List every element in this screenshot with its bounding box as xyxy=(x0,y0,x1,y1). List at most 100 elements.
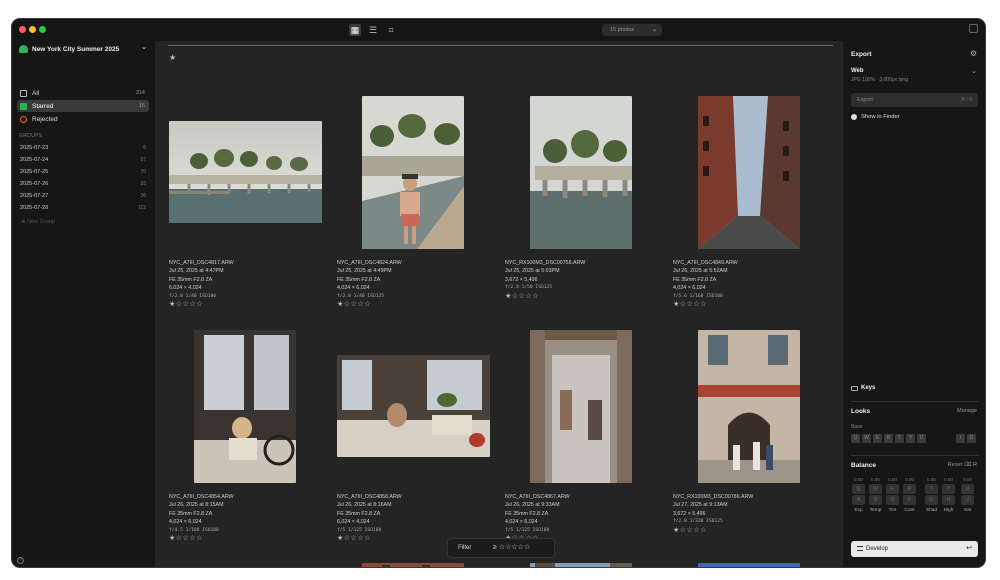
exposure-info: f/2.8 1/50 ISO125 xyxy=(505,285,553,291)
photo-card[interactable]: NYC_A7III_DSC4824.ARW Jul 25, 2025 at 4:… xyxy=(337,96,497,308)
sidebar-item-label: All xyxy=(32,89,40,97)
help-icon[interactable]: ? xyxy=(17,557,24,564)
photo-thumbnail[interactable] xyxy=(698,563,800,568)
photo-thumbnail[interactable] xyxy=(362,563,464,568)
balance-label: Tint xyxy=(888,508,897,513)
balance-increase-button[interactable]: Q xyxy=(852,484,865,494)
balance-exposure[interactable]: 0.00 Q A Exp xyxy=(851,477,866,515)
star-rating[interactable]: ★☆☆☆☆ xyxy=(673,301,833,309)
manage-looks-button[interactable]: Manage xyxy=(957,408,977,414)
look-preset-button[interactable]: Y xyxy=(906,434,915,443)
photo-thumbnail[interactable] xyxy=(530,330,632,483)
new-group-button[interactable]: ⊕ New Group xyxy=(21,219,55,225)
photo-card[interactable]: NYC_A7III_DSC4858.ARW Jul 26, 2025 at 8:… xyxy=(337,330,497,542)
export-preset[interactable]: Web xyxy=(851,68,864,74)
look-preset-button[interactable]: Q xyxy=(851,434,860,443)
look-preset-button[interactable]: I xyxy=(956,434,965,443)
star-rating[interactable]: ★☆☆☆☆ xyxy=(169,301,329,309)
balance-decrease-button[interactable]: A xyxy=(852,495,865,505)
crop-view-icon[interactable]: ⌗ xyxy=(385,24,397,36)
balance-increase-button[interactable]: R xyxy=(903,484,916,494)
balance-temp[interactable]: 0.00 W S Temp xyxy=(868,477,883,515)
balance-tint[interactable]: 0.00 E D Tint xyxy=(885,477,900,515)
balance-increase-button[interactable]: W xyxy=(869,484,882,494)
filter-stars[interactable]: ≥ ☆☆☆☆☆ xyxy=(493,539,530,557)
photo-thumbnail[interactable] xyxy=(169,121,322,223)
grid-view-icon[interactable]: ▦ xyxy=(349,24,361,36)
photo-thumbnail[interactable] xyxy=(530,96,632,249)
balance-decrease-button[interactable]: D xyxy=(886,495,899,505)
balance-decrease-button[interactable]: G xyxy=(925,495,938,505)
group-count: 36 xyxy=(140,193,146,199)
list-view-icon[interactable]: ☰ xyxy=(367,24,379,36)
balance-decrease-button[interactable]: H xyxy=(942,495,955,505)
balance-decrease-button[interactable]: F xyxy=(903,495,916,505)
close-window-button[interactable] xyxy=(19,26,26,33)
reset-balance-button[interactable]: Reset ⌫ R xyxy=(948,462,977,468)
gear-icon[interactable]: ⚙ xyxy=(970,49,977,58)
keys-button[interactable]: Keys xyxy=(851,385,875,391)
group-item[interactable]: 2025-07-28 112 xyxy=(20,203,146,213)
thumbnail-area xyxy=(673,96,833,256)
group-item[interactable]: 2025-07-24 57 xyxy=(20,155,146,165)
minimize-window-button[interactable] xyxy=(29,26,36,33)
photo-card[interactable]: NYC_A7III_DSC4817.ARW Jul 25, 2025 at 4:… xyxy=(169,96,329,308)
balance-saturation[interactable]: 0.00 U J Sat xyxy=(960,477,975,515)
photo-card[interactable]: NYC_RX100M3_DSC00786.ARW Jul 27, 2025 at… xyxy=(673,330,833,534)
library-selector[interactable]: New York City Summer 2025 ⌄ xyxy=(19,43,149,55)
balance-increase-button[interactable]: U xyxy=(961,484,974,494)
photo-card[interactable]: NYC_A7III_DSC4867.ARW Jul 26, 2025 at 9:… xyxy=(505,330,665,542)
balance-increase-button[interactable]: T xyxy=(925,484,938,494)
star-rating[interactable]: ★☆☆☆☆ xyxy=(337,301,497,309)
look-preset-button[interactable]: O xyxy=(967,434,976,443)
group-item[interactable]: 2025-07-25 70 xyxy=(20,167,146,177)
balance-highlights[interactable]: 0.00 Y H High xyxy=(941,477,956,515)
look-preset-button[interactable]: R xyxy=(884,434,893,443)
develop-button[interactable]: Develop ↩ xyxy=(851,541,978,557)
divider xyxy=(168,45,833,46)
look-preset-button[interactable]: E xyxy=(873,434,882,443)
look-preset-button[interactable]: W xyxy=(862,434,871,443)
photo-thumbnail[interactable] xyxy=(698,330,800,483)
group-count: 33 xyxy=(140,181,146,187)
group-item[interactable]: 2025-07-27 36 xyxy=(20,191,146,201)
star-rating[interactable]: ★☆☆☆☆ xyxy=(673,527,833,535)
group-item[interactable]: 2025-07-23 6 xyxy=(20,143,146,153)
balance-label: Exp xyxy=(854,508,863,513)
photo-thumbnail[interactable] xyxy=(194,330,296,483)
photo-thumbnail[interactable] xyxy=(362,96,464,249)
photo-thumbnail[interactable] xyxy=(530,563,632,568)
zoom-window-button[interactable] xyxy=(39,26,46,33)
star-icon[interactable]: ★ xyxy=(169,53,176,62)
sidebar-item-rejected[interactable]: Rejected xyxy=(17,113,149,125)
balance-increase-button[interactable]: Y xyxy=(942,484,955,494)
thumbnail-area xyxy=(169,330,329,490)
balance-decrease-button[interactable]: J xyxy=(961,495,974,505)
photo-thumbnail[interactable] xyxy=(337,355,490,457)
balance-contrast[interactable]: 0.00 R F Cont xyxy=(902,477,917,515)
export-button[interactable]: Export ⌘⇧E xyxy=(851,93,978,107)
photo-thumbnail[interactable] xyxy=(698,96,800,249)
photo-card[interactable]: NYC_A7III_DSC4854.ARW Jul 26, 2025 at 8:… xyxy=(169,330,329,542)
share-icon[interactable] xyxy=(969,24,978,33)
image-dimensions: 3,672 × 5,496 xyxy=(673,510,706,517)
sidebar-item-starred[interactable]: Starred 15 xyxy=(17,100,149,112)
chevron-down-icon[interactable]: ⌄ xyxy=(971,67,977,75)
photo-card[interactable]: NYC_RX100M3_DSC00758.ARW Jul 25, 2025 at… xyxy=(505,96,665,300)
look-preset-button[interactable]: U xyxy=(917,434,926,443)
balance-label: Temp xyxy=(869,508,882,513)
balance-shadows[interactable]: 0.00 T G Shad xyxy=(924,477,939,515)
group-label: 2025-07-28 xyxy=(20,205,49,211)
photo-count-select[interactable]: 15 photos ⌄ xyxy=(602,24,662,36)
filter-star-rating[interactable]: ☆☆☆☆☆ xyxy=(499,544,530,551)
star-rating[interactable]: ★☆☆☆☆ xyxy=(169,535,329,543)
filter-bar[interactable]: Filter ≥ ☆☆☆☆☆ xyxy=(447,538,555,558)
show-in-finder-button[interactable]: Show in Finder xyxy=(851,114,900,120)
photo-card[interactable]: NYC_A7III_DSC4849.ARW Jul 26, 2025 at 5:… xyxy=(673,96,833,308)
balance-increase-button[interactable]: E xyxy=(886,484,899,494)
group-item[interactable]: 2025-07-26 33 xyxy=(20,179,146,189)
look-preset-button[interactable]: T xyxy=(895,434,904,443)
balance-decrease-button[interactable]: S xyxy=(869,495,882,505)
sidebar-item-all[interactable]: All 314 xyxy=(17,87,149,99)
star-rating[interactable]: ★☆☆☆☆ xyxy=(505,293,665,301)
